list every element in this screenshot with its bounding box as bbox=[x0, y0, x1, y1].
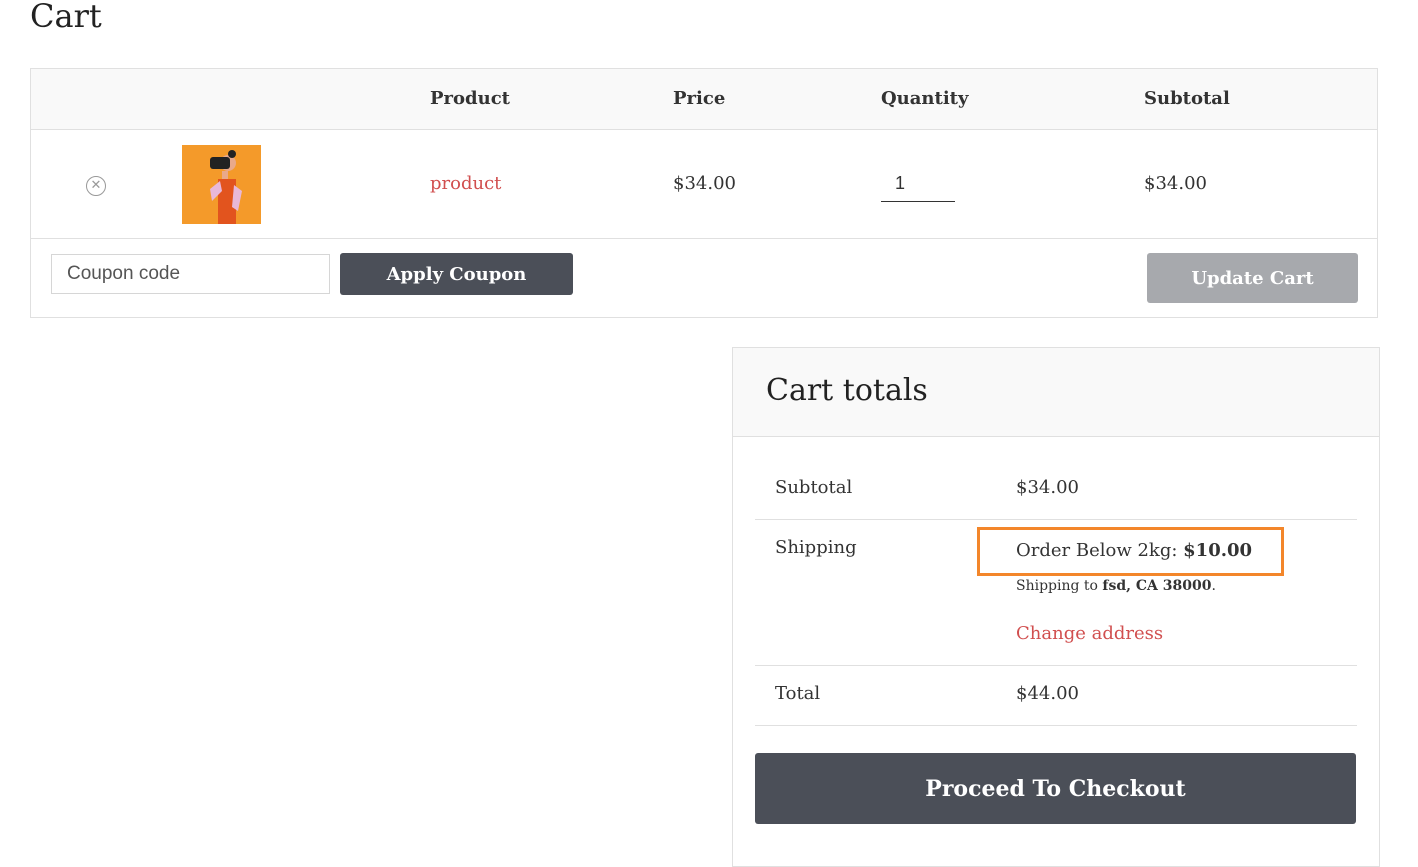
apply-coupon-button[interactable]: Apply Coupon bbox=[340, 253, 573, 295]
totals-subtotal-row: Subtotal $34.00 bbox=[755, 460, 1357, 520]
header-product: Product bbox=[430, 88, 510, 109]
cart-totals-title: Cart totals bbox=[766, 373, 928, 408]
cart-table-header: Product Price Quantity Subtotal bbox=[31, 69, 1377, 130]
shipping-cost: $10.00 bbox=[1183, 540, 1253, 561]
subtotal-label: Subtotal bbox=[775, 477, 853, 498]
header-quantity: Quantity bbox=[881, 88, 969, 109]
subtotal-value: $34.00 bbox=[1016, 477, 1079, 498]
cart-totals-header: Cart totals bbox=[733, 348, 1379, 437]
cart-item-row: ✕ product $34.00 $34.00 bbox=[31, 130, 1377, 239]
coupon-code-input[interactable] bbox=[51, 254, 330, 294]
page-title: Cart bbox=[30, 0, 102, 35]
quantity-input[interactable] bbox=[881, 166, 955, 202]
cart-totals-panel: Cart totals Subtotal $34.00 Shipping Ord… bbox=[732, 347, 1380, 867]
change-address-link[interactable]: Change address bbox=[1016, 623, 1163, 644]
shipping-method: Order Below 2kg: $10.00 bbox=[1016, 540, 1252, 561]
totals-total-row: Total $44.00 bbox=[755, 666, 1357, 726]
shipping-method-name: Order Below 2kg: bbox=[1016, 540, 1184, 561]
proceed-to-checkout-button[interactable]: Proceed To Checkout bbox=[755, 753, 1356, 824]
shipping-label: Shipping bbox=[775, 537, 857, 558]
shipping-destination: Shipping to fsd, CA 38000. bbox=[1016, 578, 1216, 594]
header-subtotal: Subtotal bbox=[1144, 88, 1230, 109]
totals-shipping-row: Shipping Order Below 2kg: $10.00 Shippin… bbox=[755, 520, 1357, 666]
product-name-link[interactable]: product bbox=[430, 173, 501, 194]
header-price: Price bbox=[673, 88, 726, 109]
total-value: $44.00 bbox=[1016, 683, 1079, 704]
total-label: Total bbox=[775, 683, 821, 704]
update-cart-button[interactable]: Update Cart bbox=[1147, 253, 1358, 303]
shipping-to-suffix: . bbox=[1211, 578, 1216, 594]
item-price: $34.00 bbox=[673, 173, 736, 194]
shipping-to-prefix: Shipping to bbox=[1016, 578, 1103, 594]
item-subtotal: $34.00 bbox=[1144, 173, 1207, 194]
cart-table: Product Price Quantity Subtotal ✕ produc… bbox=[30, 68, 1378, 318]
remove-item-icon[interactable]: ✕ bbox=[86, 176, 106, 196]
product-image bbox=[182, 145, 261, 224]
shipping-to-address: fsd, CA 38000 bbox=[1102, 578, 1212, 594]
product-thumbnail[interactable] bbox=[182, 145, 261, 224]
